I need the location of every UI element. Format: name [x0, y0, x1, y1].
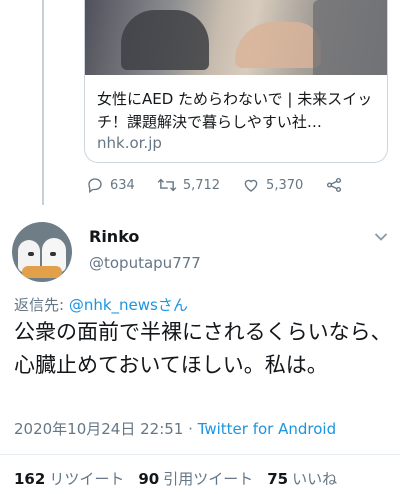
- quotes-stat-count: 90: [138, 470, 160, 488]
- quotes-stat[interactable]: 90 引用ツイート: [138, 468, 253, 489]
- tweet-stats: 162 リツイート 90 引用ツイート 75 いいね: [14, 468, 351, 489]
- like-button[interactable]: 5,370: [242, 176, 303, 194]
- reply-icon: [88, 178, 102, 194]
- link-preview-card[interactable]: 女性にAED ためらわないで | 未来スイッチ！課題解決で暮らしやすい社… nh…: [84, 0, 388, 163]
- chevron-down-icon[interactable]: [374, 232, 388, 242]
- reply-count: 634: [110, 177, 135, 193]
- card-title: 女性にAED ためらわないで | 未来スイッチ！課題解決で暮らしやすい社…: [97, 90, 373, 131]
- tweet-meta: 2020年10月24日 22:51 · Twitter for Android: [14, 418, 336, 439]
- quotes-stat-label: 引用ツイート: [163, 470, 254, 488]
- reply-button[interactable]: 634: [86, 176, 135, 194]
- reply-to-link[interactable]: @nhk_newsさん: [69, 296, 188, 314]
- reply-context: 返信先: @nhk_newsさん: [14, 294, 188, 315]
- tweet-timestamp[interactable]: 2020年10月24日 22:51 ·: [14, 420, 198, 438]
- retweets-stat-label: リツイート: [49, 470, 125, 488]
- likes-stat[interactable]: 75 いいね: [267, 468, 337, 489]
- card-thumbnail-image: [85, 0, 387, 75]
- card-domain: nhk.or.jp: [97, 134, 162, 152]
- tweet-source-link[interactable]: Twitter for Android: [198, 420, 336, 438]
- retweets-stat-count: 162: [14, 470, 46, 488]
- like-count: 5,370: [266, 177, 304, 193]
- retweet-button[interactable]: 5,712: [157, 176, 220, 194]
- tweet-action-bar: 634 5,712 5,370: [86, 174, 371, 196]
- likes-stat-label: いいね: [292, 470, 338, 488]
- share-icon: [327, 177, 342, 193]
- retweet-icon: [157, 178, 177, 192]
- divider: [0, 454, 400, 455]
- retweet-count: 5,712: [182, 177, 221, 193]
- avatar[interactable]: [12, 222, 72, 282]
- user-display-name[interactable]: Rinko: [89, 227, 139, 246]
- tweet-text: 公衆の面前で半裸にされるくらいなら、心臓止めておいてほしい。私は。: [14, 320, 392, 377]
- retweets-stat[interactable]: 162 リツイート: [14, 468, 124, 489]
- heart-icon: [244, 179, 258, 192]
- thread-connector-line: [42, 0, 44, 205]
- share-button[interactable]: [325, 176, 349, 194]
- reply-prefix: 返信先:: [14, 296, 69, 314]
- likes-stat-count: 75: [267, 470, 289, 488]
- user-handle[interactable]: @toputapu777: [89, 254, 201, 272]
